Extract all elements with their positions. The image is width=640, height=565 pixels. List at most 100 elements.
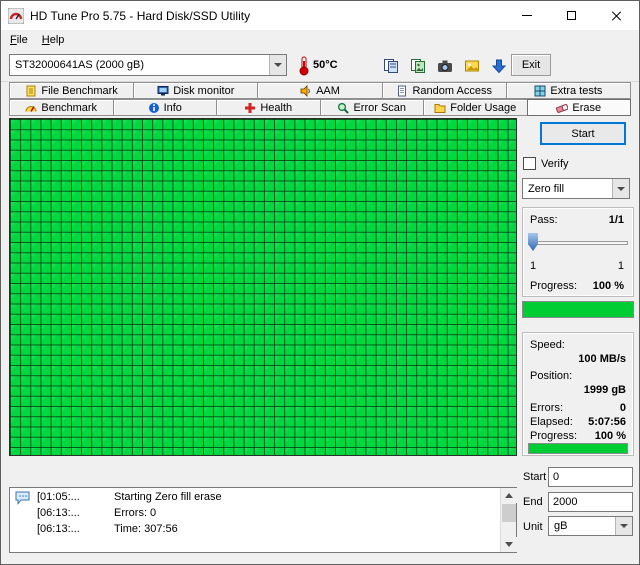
tab-health[interactable]: Health [216, 99, 321, 116]
window-controls [504, 1, 639, 30]
errors-label: Errors: [530, 402, 563, 414]
screenshot-button[interactable] [432, 54, 457, 77]
verify-label: Verify [541, 158, 569, 170]
erase-block-map [9, 118, 517, 456]
slider-max-label: 1 [618, 260, 624, 272]
tab-aam[interactable]: AAM [257, 82, 382, 99]
verify-option: Verify [523, 157, 569, 170]
range-start-input[interactable] [548, 467, 633, 487]
stats-progress-fill [529, 444, 627, 453]
tab-row-1: File Benchmark Disk monitor AAM [9, 82, 631, 99]
menu-help[interactable]: Help [35, 31, 72, 49]
range-end-input[interactable] [548, 492, 633, 512]
scroll-up-button[interactable] [501, 488, 517, 503]
log-entry-message: Starting Zero fill erase [114, 491, 222, 503]
start-button[interactable]: Start [540, 122, 626, 145]
tab-benchmark[interactable]: Benchmark [9, 99, 114, 116]
drive-selector-value: ST32000641AS (2000 gB) [10, 59, 269, 71]
exit-button[interactable]: Exit [511, 54, 551, 76]
hd-tune-window: HD Tune Pro 5.75 - Hard Disk/SSD Utility… [0, 0, 640, 565]
maximize-icon [567, 11, 576, 20]
minimize-icon [522, 15, 532, 16]
toolbar: ST32000641AS (2000 gB) 50°C [1, 50, 639, 81]
verify-checkbox[interactable] [523, 157, 536, 170]
position-label: Position: [530, 370, 572, 382]
scroll-up-icon [505, 493, 513, 498]
log-entry-time: [06:13:... [37, 507, 80, 519]
pass-progress-label: Progress: [530, 280, 577, 292]
close-icon [611, 10, 622, 21]
log-panel: [01:05:... Starting Zero fill erase [06:… [9, 487, 517, 553]
random-access-icon [396, 85, 408, 97]
tab-random-access[interactable]: Random Access [382, 82, 507, 99]
overall-progress-bar [522, 301, 634, 318]
download-icon [491, 58, 507, 74]
file-benchmark-icon [25, 85, 37, 97]
log-entry: [01:05:... Starting Zero fill erase [10, 491, 498, 506]
titlebar: HD Tune Pro 5.75 - Hard Disk/SSD Utility [1, 1, 639, 30]
tab-row-2: Benchmark Info Health Error Scan [9, 99, 631, 116]
tab-label: Random Access [412, 85, 491, 97]
minimize-button[interactable] [504, 1, 549, 30]
unit-selector[interactable]: gB [548, 516, 633, 536]
range-start-label: Start [523, 471, 546, 483]
extra-tests-icon [534, 85, 546, 97]
pass-progress-value: 100 % [593, 280, 624, 292]
tab-error-scan[interactable]: Error Scan [320, 99, 425, 116]
tab-erase[interactable]: Erase [527, 99, 632, 116]
tab-label: Folder Usage [450, 102, 516, 114]
stats-progress-label: Progress: [530, 430, 577, 442]
speed-label: Speed: [530, 339, 565, 351]
elapsed-label: Elapsed: [530, 416, 573, 428]
menu-file[interactable]: File [3, 31, 35, 49]
tab-label: Error Scan [353, 102, 406, 114]
tab-label: Extra tests [550, 85, 602, 97]
error-scan-icon [337, 102, 349, 114]
pass-value: 1/1 [609, 214, 624, 226]
close-button[interactable] [594, 1, 639, 30]
log-entry-time: [01:05:... [37, 491, 80, 503]
log-entry-message: Time: 307:56 [114, 523, 178, 535]
fill-mode-selector[interactable]: Zero fill [522, 178, 630, 199]
log-scrollbar[interactable] [500, 488, 516, 552]
chevron-down-icon[interactable] [612, 179, 629, 198]
tab-folder-usage[interactable]: Folder Usage [423, 99, 528, 116]
tab-info[interactable]: Info [113, 99, 218, 116]
benchmark-icon [25, 102, 37, 114]
unit-value: gB [549, 520, 615, 532]
pass-groupbox: Pass: 1/1 1 1 Progress: 100 % [522, 207, 634, 297]
erase-icon [556, 102, 568, 114]
tab-label: Benchmark [41, 102, 97, 114]
errors-value: 0 [620, 402, 626, 414]
tab-label: Disk monitor [173, 85, 234, 97]
tab-label: Info [164, 102, 182, 114]
stats-progress-value: 100 % [595, 430, 626, 442]
scrollbar-thumb[interactable] [502, 504, 516, 522]
app-icon [8, 8, 24, 24]
aam-icon [300, 85, 312, 97]
tab-file-benchmark[interactable]: File Benchmark [9, 82, 134, 99]
copy-text-button[interactable] [378, 54, 403, 77]
chevron-down-icon[interactable] [615, 517, 632, 535]
unit-label: Unit [523, 521, 543, 533]
copy-text-icon [383, 58, 399, 74]
fill-mode-value: Zero fill [523, 183, 612, 195]
stats-groupbox: Speed: 100 MB/s Position: 1999 gB Errors… [522, 332, 634, 456]
scroll-down-button[interactable] [501, 537, 517, 552]
drive-selector[interactable]: ST32000641AS (2000 gB) [9, 54, 287, 76]
log-entry: [06:13:... Time: 307:56 [10, 523, 498, 538]
slider-thumb[interactable] [528, 233, 538, 251]
health-icon [244, 102, 256, 114]
elapsed-value: 5:07:56 [588, 416, 626, 428]
tab-disk-monitor[interactable]: Disk monitor [133, 82, 258, 99]
pass-slider[interactable] [528, 232, 628, 252]
maximize-button[interactable] [549, 1, 594, 30]
save-image-button[interactable] [459, 54, 484, 77]
tab-label: File Benchmark [41, 85, 117, 97]
chevron-down-icon[interactable] [269, 55, 286, 75]
save-button[interactable] [486, 54, 511, 77]
thermometer-icon [298, 55, 310, 76]
tab-label: AAM [316, 85, 340, 97]
tab-extra-tests[interactable]: Extra tests [506, 82, 631, 99]
copy-image-button[interactable] [405, 54, 430, 77]
